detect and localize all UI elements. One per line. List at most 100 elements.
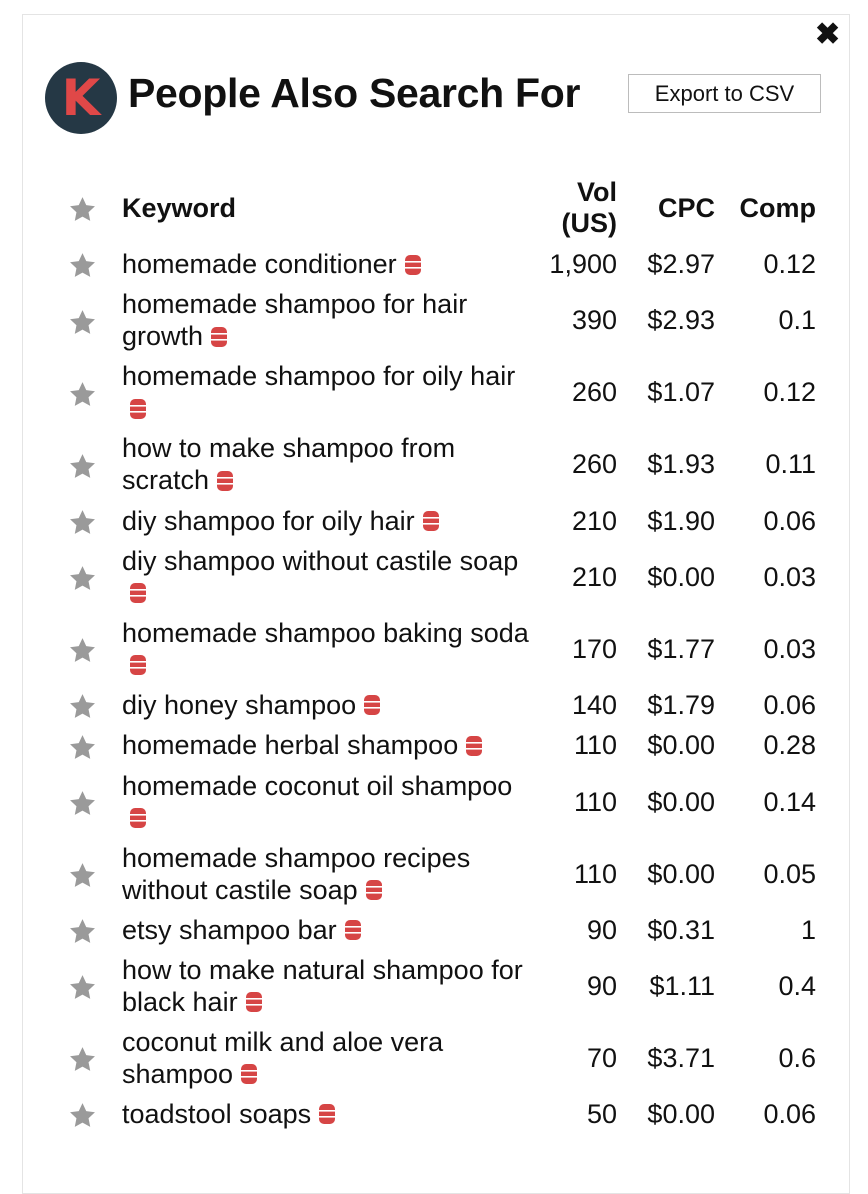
star-icon[interactable] xyxy=(68,973,97,1002)
table-row: homemade shampoo baking soda 170 $1.77 0.03 xyxy=(56,613,816,685)
vol-cell: 210 xyxy=(571,505,617,536)
star-cell xyxy=(56,541,122,613)
database-icon[interactable] xyxy=(217,470,234,492)
cpc-cell: $0.00 xyxy=(647,730,715,761)
star-icon[interactable] xyxy=(68,251,97,280)
column-header-comp[interactable]: Comp xyxy=(715,172,817,244)
cpc-cell: $1.93 xyxy=(647,449,715,480)
table-row: toadstool soaps 50 $0.00 0.06 xyxy=(56,1094,816,1134)
database-icon[interactable] xyxy=(364,694,381,716)
close-icon[interactable]: ✖ xyxy=(815,20,840,50)
comp-cell: 0.06 xyxy=(763,689,816,720)
keyword-cell: toadstool soaps xyxy=(122,1094,536,1134)
vol-cell: 210 xyxy=(571,561,617,592)
keyword-cell: homemade coconut oil shampoo xyxy=(122,766,536,838)
star-cell xyxy=(56,356,122,428)
keyword-text[interactable]: coconut milk and aloe vera shampoo xyxy=(122,1027,443,1089)
keyword-text[interactable]: how to make natural shampoo for black ha… xyxy=(122,955,523,1017)
keyword-text[interactable]: diy shampoo without castile soap xyxy=(122,546,518,576)
star-icon[interactable] xyxy=(68,380,97,409)
table-row: homemade shampoo for oily hair 260 $1.07 0.… xyxy=(56,356,816,428)
vol-cell: 260 xyxy=(571,377,617,408)
comp-cell: 0.05 xyxy=(763,858,816,889)
vol-cell: 90 xyxy=(586,970,617,1001)
keyword-text[interactable]: diy shampoo for oily hair xyxy=(122,506,415,536)
comp-cell: 0.12 xyxy=(763,249,816,280)
star-icon[interactable] xyxy=(68,564,97,593)
cpc-cell: $0.00 xyxy=(647,858,715,889)
keyword-text[interactable]: toadstool soaps xyxy=(122,1099,311,1129)
table-row: etsy shampoo bar 90 $0.31 1 xyxy=(56,910,816,950)
table-row: coconut milk and aloe vera shampoo 70 $3.7… xyxy=(56,1022,816,1094)
star-icon[interactable] xyxy=(68,917,97,946)
keyword-text[interactable]: etsy shampoo bar xyxy=(122,915,337,945)
keyword-cell: etsy shampoo bar xyxy=(122,910,536,950)
star-icon[interactable] xyxy=(68,308,97,337)
database-icon[interactable] xyxy=(245,991,262,1013)
star-cell xyxy=(56,244,122,284)
database-icon[interactable] xyxy=(466,735,483,757)
star-cell xyxy=(56,766,122,838)
keyword-cell: homemade shampoo for hair growth xyxy=(122,284,536,356)
table-row: homemade conditioner 1,900 $2.97 0.12 xyxy=(56,244,816,284)
database-icon[interactable] xyxy=(211,326,228,348)
comp-cell: 0.03 xyxy=(763,633,816,664)
vol-cell: 140 xyxy=(571,689,617,720)
database-icon[interactable] xyxy=(319,1103,336,1125)
vol-cell: 390 xyxy=(571,305,617,336)
table-row: how to make natural shampoo for black ha… xyxy=(56,950,816,1022)
comp-cell: 0.12 xyxy=(763,377,816,408)
star-icon[interactable] xyxy=(68,195,97,224)
star-icon[interactable] xyxy=(68,452,97,481)
star-icon[interactable] xyxy=(68,508,97,537)
keyword-cell: how to make shampoo from scratch xyxy=(122,428,536,500)
vol-cell: 110 xyxy=(573,786,617,817)
export-csv-button[interactable]: Export to CSV xyxy=(628,74,821,113)
star-icon[interactable] xyxy=(68,789,97,818)
database-icon[interactable] xyxy=(130,654,146,676)
keyword-text[interactable]: homemade shampoo for oily hair xyxy=(122,361,515,391)
keyword-text[interactable]: homemade shampoo for hair growth xyxy=(122,289,467,351)
keyword-text[interactable]: homemade shampoo baking soda xyxy=(122,618,529,648)
star-cell xyxy=(56,950,122,1022)
database-icon[interactable] xyxy=(130,807,146,829)
keyword-text[interactable]: diy honey shampoo xyxy=(122,690,356,720)
cpc-cell: $1.90 xyxy=(647,505,715,536)
table-row: homemade herbal shampoo 110 $0.00 0.28 xyxy=(56,725,816,765)
table-row: homemade coconut oil shampoo 110 $0.00 0.14 xyxy=(56,766,816,838)
comp-cell: 1 xyxy=(800,914,816,945)
database-icon[interactable] xyxy=(404,254,421,276)
star-icon[interactable] xyxy=(68,1045,97,1074)
column-header-vol[interactable]: Vol (US) xyxy=(536,172,618,244)
keyword-cell: homemade shampoo for oily hair xyxy=(122,356,536,428)
star-cell xyxy=(56,838,122,910)
header-star-cell xyxy=(56,172,122,244)
database-icon[interactable] xyxy=(241,1063,258,1085)
keyword-cell: homemade shampoo recipes without castile… xyxy=(122,838,536,910)
cpc-cell: $3.71 xyxy=(647,1042,715,1073)
keyword-text[interactable]: homemade herbal shampoo xyxy=(122,730,458,760)
keyword-text[interactable]: homemade coconut oil shampoo xyxy=(122,771,512,801)
star-cell xyxy=(56,428,122,500)
database-icon[interactable] xyxy=(130,582,146,604)
keyword-cell: homemade shampoo baking soda xyxy=(122,613,536,685)
database-icon[interactable] xyxy=(130,398,146,420)
keyword-text[interactable]: homemade shampoo recipes without castile… xyxy=(122,843,470,905)
star-icon[interactable] xyxy=(68,692,97,721)
star-icon[interactable] xyxy=(68,861,97,890)
comp-cell: 0.6 xyxy=(778,1042,816,1073)
cpc-cell: $0.00 xyxy=(647,1099,715,1130)
keyword-text[interactable]: how to make shampoo from scratch xyxy=(122,433,455,495)
star-cell xyxy=(56,1094,122,1134)
star-icon[interactable] xyxy=(68,733,97,762)
keyword-text[interactable]: homemade conditioner xyxy=(122,249,397,279)
column-header-cpc[interactable]: CPC xyxy=(617,172,715,244)
database-icon[interactable] xyxy=(422,510,439,532)
database-icon[interactable] xyxy=(344,919,361,941)
star-icon[interactable] xyxy=(68,636,97,665)
database-icon[interactable] xyxy=(365,879,382,901)
keyword-cell: diy honey shampoo xyxy=(122,685,536,725)
column-header-keyword[interactable]: Keyword xyxy=(122,172,536,244)
star-icon[interactable] xyxy=(68,1101,97,1130)
cpc-cell: $1.79 xyxy=(647,689,715,720)
